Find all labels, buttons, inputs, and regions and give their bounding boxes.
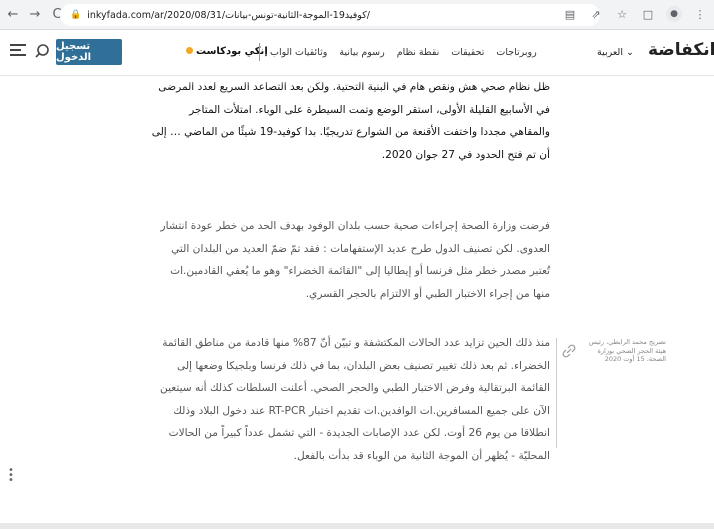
nav-item-web-docs[interactable]: وثائقيات الواب	[270, 47, 327, 58]
translate-icon[interactable]: ▤	[562, 6, 578, 22]
profile-avatar-icon[interactable]: ●	[666, 6, 682, 22]
hamburger-menu-icon[interactable]	[10, 44, 26, 58]
podcast-link[interactable]: إنكي بودكاست	[186, 46, 268, 57]
article-paragraph-1: ظل نظام صحي هش ونقص هام في البنية التحتي…	[151, 81, 550, 161]
back-icon[interactable]: ←	[4, 6, 22, 24]
top-fade	[0, 76, 714, 86]
caption-divider	[556, 338, 557, 448]
link-icon[interactable]	[562, 344, 576, 358]
nav-item-infographics[interactable]: رسوم بيانية	[339, 47, 384, 58]
bottom-strip	[0, 523, 714, 529]
header-divider	[259, 43, 260, 61]
article-body: ظل نظام صحي هش ونقص هام في البنية التحتي…	[0, 76, 714, 529]
search-icon[interactable]	[34, 43, 50, 59]
login-button[interactable]: تسجيل الدخول	[56, 39, 122, 65]
main-nav: روبرتاجات تحقيقات نقطة نظام رسوم بيانية …	[270, 47, 537, 58]
nav-item-investigations[interactable]: تحقيقات	[451, 47, 484, 58]
forward-icon[interactable]: →	[26, 6, 44, 24]
nav-item-point-of-order[interactable]: نقطة نظام	[397, 47, 440, 58]
more-menu-icon[interactable]: ⋮	[692, 6, 708, 22]
tab-icon[interactable]: □	[640, 6, 656, 22]
share-icon[interactable]: ⇗	[588, 6, 604, 22]
language-selector[interactable]: العربية ⌄	[597, 47, 634, 58]
site-logo[interactable]: انكفاضة	[648, 40, 714, 60]
url-text: inkyfada.com/ar/2020/08/31/كوفيد19-الموج…	[87, 9, 370, 21]
podcast-dot-icon	[186, 47, 193, 54]
article-paragraph-2: فرضت وزارة الصحة إجراءات صحية حسب بلدان …	[160, 220, 550, 300]
quote-caption: تصريح محمد الرابطي، رئيس هيئة الحجر الصح…	[588, 338, 666, 363]
site-header: تسجيل الدخول إنكي بودكاست روبرتاجات تحقي…	[0, 30, 714, 76]
address-bar[interactable]: 🔒 inkyfada.com/ar/2020/08/31/كوفيد19-الم…	[60, 4, 600, 26]
article-paragraph-3: منذ ذلك الحين تزايد عدد الحالات المكتشفة…	[160, 337, 550, 462]
lock-icon: 🔒	[70, 10, 82, 20]
browser-toolbar: ← → C 🔒 inkyfada.com/ar/2020/08/31/كوفيد…	[0, 0, 714, 30]
scroll-indicator-icon[interactable]: • • •	[8, 466, 14, 486]
nav-item-reportages[interactable]: روبرتاجات	[496, 47, 536, 58]
bookmark-star-icon[interactable]: ☆	[614, 6, 630, 22]
